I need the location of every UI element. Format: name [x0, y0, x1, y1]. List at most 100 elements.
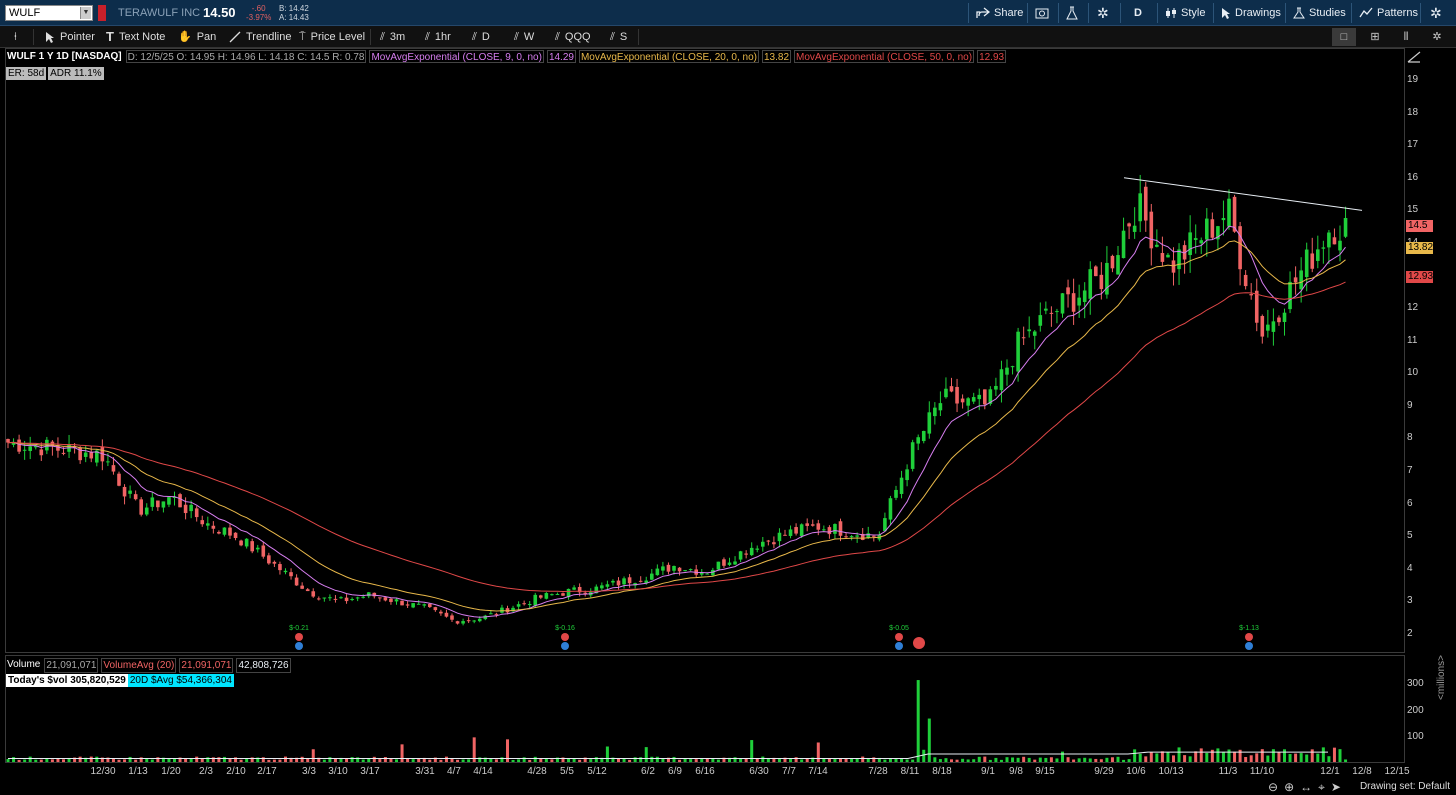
drawings-button[interactable]: Drawings [1221, 4, 1281, 22]
date-axis-tick: 11/3 [1218, 766, 1238, 777]
price-axis-tick: 6 [1407, 497, 1413, 509]
divider [968, 3, 969, 23]
pin-icon: ⍿ [14, 31, 17, 43]
date-axis-tick: 4/28 [527, 766, 547, 777]
date-axis-tick: 1/20 [161, 766, 181, 777]
style-button[interactable]: Style [1165, 4, 1205, 22]
preset-s[interactable]: ⫽ S [610, 29, 627, 45]
date-axis-tick: 8/18 [932, 766, 952, 777]
horizontal-expand-icon[interactable]: ↔ [1300, 780, 1312, 795]
divider [638, 29, 639, 45]
date-axis-tick: 3/31 [415, 766, 435, 777]
cursor-icon[interactable]: ➤ [1331, 780, 1341, 795]
pattern-icon [1359, 7, 1373, 18]
date-axis-tick: 6/30 [749, 766, 769, 777]
divider [1351, 3, 1352, 23]
volume-value: 21,091,071 [44, 658, 99, 673]
date-axis-tick: 7/28 [868, 766, 888, 777]
snapshot-button[interactable] [1035, 4, 1049, 22]
camera-icon [1035, 8, 1049, 19]
timeframe-button[interactable]: D [1134, 4, 1142, 22]
date-axis[interactable]: 12/30 1/13 1/20 2/3 2/10 2/17 3/3 3/10 3/17 3/31 4… [0, 763, 1456, 779]
square-icon: □ [1340, 31, 1348, 43]
date-axis-tick: 9/8 [1009, 766, 1023, 777]
ema9-label[interactable]: MovAvgExponential (CLOSE, 9, 0, no) [369, 50, 544, 63]
price-axis-tick: 16 [1407, 171, 1419, 183]
drawing-toolbar: ⍿ Pointer T Text Note ✋ Pan Trendline ⍑ … [0, 26, 1456, 48]
symbol-input[interactable]: WULF ▼ [5, 5, 93, 21]
chevron-down-icon[interactable]: ▼ [80, 7, 91, 19]
text-note-tool[interactable]: T Text Note [106, 29, 165, 45]
dollar-volume-stats: Today's $vol 305,820,529 20D $Avg $54,36… [6, 674, 234, 687]
volume-avg-label[interactable]: VolumeAvg (20) [101, 658, 177, 673]
price-level-tool[interactable]: ⍑ Price Level [299, 29, 365, 45]
net-change-value: -.60 [251, 4, 266, 13]
layout-settings-button[interactable]: ✲ [1425, 28, 1449, 46]
volume-axis-tick: 100 [1407, 731, 1424, 742]
zoom-in-icon[interactable]: ⊕ [1284, 780, 1294, 795]
date-axis-tick: 2/17 [257, 766, 277, 777]
gear-icon: ✲ [1430, 5, 1442, 21]
studies-button[interactable]: Studies [1293, 4, 1346, 22]
price-axis-tick: 10 [1407, 367, 1419, 379]
divider [1420, 3, 1421, 23]
candle-icon: ⫽ [555, 31, 560, 43]
price-axis-tick: 2 [1407, 628, 1413, 639]
ema9-value: 14.29 [546, 50, 576, 63]
date-axis-tick: 12/30 [90, 766, 116, 777]
text-icon: T [106, 29, 114, 44]
flask-button[interactable] [1066, 4, 1078, 22]
adr-badge: ADR 11.1% [48, 67, 104, 80]
date-axis-tick: 3/3 [302, 766, 316, 777]
preset-qqq[interactable]: ⫽ QQQ [555, 29, 591, 45]
pan-tool[interactable]: ✋ Pan [178, 29, 216, 45]
volume-axis-tick: 300 [1407, 678, 1424, 689]
price-axis-tick: 18 [1407, 106, 1419, 118]
layout-single-button[interactable]: □ [1332, 28, 1356, 46]
volume-label: Volume [7, 659, 41, 670]
bars-icon: ⦀ [1403, 31, 1409, 43]
flag-icon[interactable] [98, 5, 106, 21]
preset-1hr[interactable]: ⫽ 1hr [425, 29, 451, 45]
patterns-button[interactable]: Patterns [1359, 4, 1418, 22]
cursor-icon [46, 32, 54, 43]
share-button[interactable]: Share [976, 4, 1023, 22]
date-axis-tick: 6/2 [641, 766, 655, 777]
preset-d[interactable]: ⫽ D [472, 29, 490, 45]
hand-icon: ✋ [178, 31, 192, 43]
close-price-tag: 14.5 [1406, 220, 1433, 232]
candle-icon: ⫽ [380, 31, 385, 43]
date-axis-tick: 7/14 [808, 766, 828, 777]
layout-bars-button[interactable]: ⦀ [1394, 28, 1418, 46]
last-price: 14.50 [203, 5, 236, 20]
pointer-tool[interactable]: Pointer [45, 29, 95, 45]
divider [1157, 3, 1158, 23]
chart-settings-button[interactable]: ✲ [1430, 4, 1442, 22]
price-axis-tick: 5 [1407, 530, 1413, 542]
company-name: TERAWULF INC [118, 7, 201, 19]
date-axis-tick: 7/7 [782, 766, 796, 777]
layout-grid-button[interactable]: ⊞ [1363, 28, 1387, 46]
price-pane[interactable] [5, 48, 1405, 653]
ema20-label[interactable]: MovAvgExponential (CLOSE, 20, 0, no) [578, 50, 759, 63]
crosshair-icon[interactable]: ⌖ [1318, 780, 1325, 795]
drawing-set-label[interactable]: Drawing set: Default [1360, 781, 1450, 792]
date-axis-tick: 3/10 [328, 766, 348, 777]
date-axis-tick: 12/15 [1384, 766, 1410, 777]
date-axis-tick: 9/1 [981, 766, 995, 777]
preset-3m[interactable]: ⫽ 3m [380, 29, 405, 45]
settings-button[interactable]: ✲ [1097, 4, 1109, 22]
zoom-out-icon[interactable]: ⊖ [1268, 780, 1278, 795]
date-axis-tick: 8/11 [900, 766, 920, 777]
pin-button[interactable]: ⍿ [14, 29, 17, 45]
trendline-tool[interactable]: Trendline [229, 29, 291, 45]
scale-icon[interactable] [1406, 50, 1422, 64]
share-icon [976, 7, 990, 18]
ema50-label[interactable]: MovAvgExponential (CLOSE, 50, 0, no) [794, 50, 975, 63]
volume-legend: Volume 21,091,071 VolumeAvg (20) 21,091,… [6, 658, 291, 673]
ema20-price-tag: 13.82 [1406, 242, 1434, 254]
price-axis-tick: 7 [1407, 465, 1413, 477]
preset-w[interactable]: ⫽ W [514, 29, 534, 45]
header-bar: WULF ▼ TERAWULF INC 14.50 -.60 -3.97% B:… [0, 0, 1456, 26]
ask-value: A: 14.43 [279, 13, 309, 22]
